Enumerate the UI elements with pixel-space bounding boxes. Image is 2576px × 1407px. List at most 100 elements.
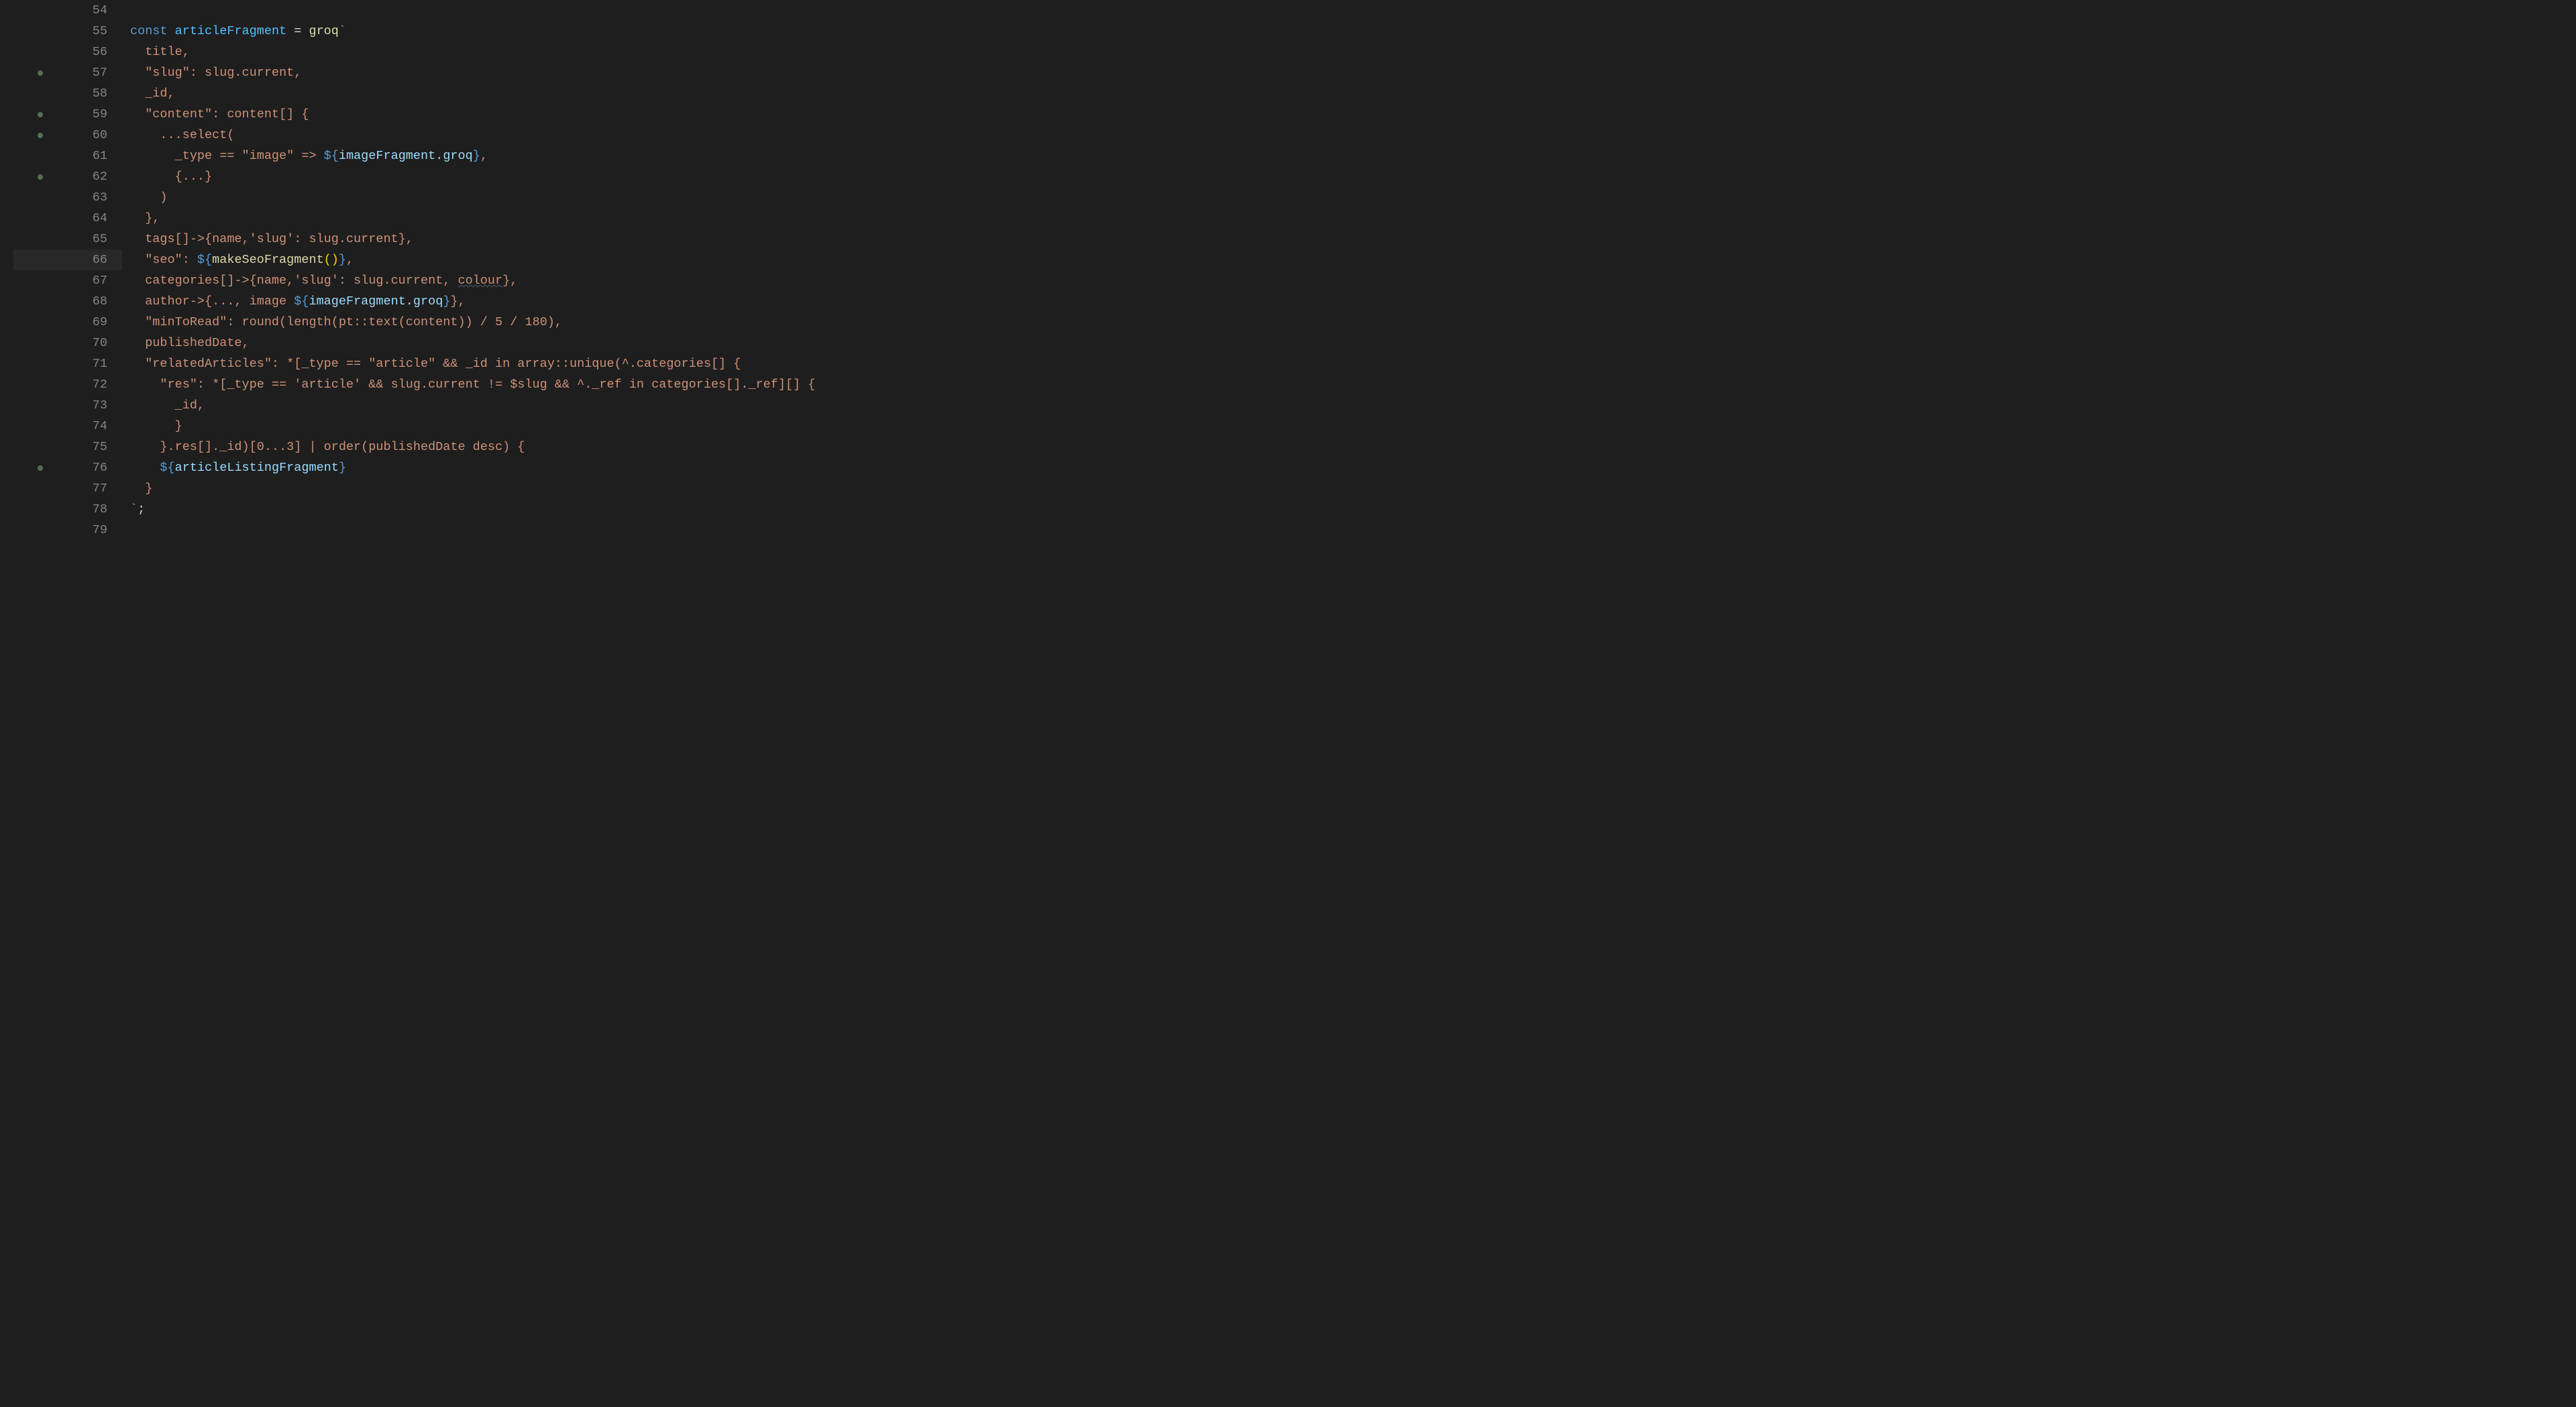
gutter-row-55: [13, 21, 67, 42]
code-line[interactable]: publishedDate,: [130, 333, 2576, 353]
line-number: 76: [67, 457, 122, 478]
gutter-row-57: [13, 62, 67, 83]
template-expr-close: }: [339, 461, 346, 475]
property: groq: [443, 149, 472, 163]
line-number: 68: [67, 291, 122, 312]
gutter-row-74: [13, 416, 67, 437]
gutter-row-66: [13, 249, 67, 270]
gutter-row-69: [13, 312, 67, 333]
paren-close: ): [331, 253, 339, 267]
template-expr-open: ${: [324, 149, 339, 163]
template-string: },: [502, 274, 517, 288]
code-line[interactable]: "res": *[_type == 'article' && slug.curr…: [130, 374, 2576, 395]
gutter-row-62: [13, 166, 67, 187]
template-expr-open: ${: [294, 294, 309, 308]
line-number: 72: [67, 374, 122, 395]
backtick: `: [130, 502, 138, 516]
code-line[interactable]: "seo": ${makeSeoFragment()},: [130, 249, 2576, 270]
line-number: 65: [67, 229, 122, 249]
code-line[interactable]: `;: [130, 499, 2576, 520]
line-number: 67: [67, 270, 122, 291]
code-line[interactable]: _id,: [130, 83, 2576, 104]
gutter-row-79: [13, 520, 67, 541]
code-line[interactable]: _type == "image" => ${imageFragment.groq…: [130, 146, 2576, 166]
template-string: },: [450, 294, 465, 308]
line-number: 69: [67, 312, 122, 333]
line-number: 59: [67, 104, 122, 125]
modified-dot-icon: [38, 112, 43, 117]
gutter-row-60: [13, 125, 67, 146]
line-number: 63: [67, 187, 122, 208]
gutter-row-70: [13, 333, 67, 353]
code-line[interactable]: tags[]->{name,'slug': slug.current},: [130, 229, 2576, 249]
gutter-row-78: [13, 499, 67, 520]
line-number: 70: [67, 333, 122, 353]
identifier: imageFragment: [309, 294, 405, 308]
gutter-row-56: [13, 42, 67, 62]
line-number: 61: [67, 146, 122, 166]
code-line[interactable]: }.res[]._id)[0...3] | order(publishedDat…: [130, 437, 2576, 457]
modified-dot-icon: [38, 465, 43, 471]
line-number: 60: [67, 125, 122, 146]
gutter-row-77: [13, 478, 67, 499]
code-line[interactable]: "slug": slug.current,: [130, 62, 2576, 83]
line-number: 54: [67, 0, 122, 21]
spellcheck-underline: colour: [458, 274, 502, 288]
line-number-column: 54 55 56 57 58 59 60 61 62 63 64 65 66 6…: [67, 0, 122, 1407]
gutter-row-76: [13, 457, 67, 478]
code-editor[interactable]: 54 55 56 57 58 59 60 61 62 63 64 65 66 6…: [0, 0, 2576, 1407]
modified-dot-icon: [38, 70, 43, 76]
modified-dot-icon: [38, 174, 43, 180]
code-line[interactable]: ${articleListingFragment}: [130, 457, 2576, 478]
line-number: 55: [67, 21, 122, 42]
code-line[interactable]: "content": content[] {: [130, 104, 2576, 125]
code-line[interactable]: [130, 520, 2576, 541]
template-expr-open: ${: [160, 461, 174, 475]
template-string: _type == "image" =>: [130, 149, 324, 163]
template-expr-close: }: [339, 253, 346, 267]
code-line[interactable]: const articleFragment = groq`: [130, 21, 2576, 42]
comma: ,: [480, 149, 488, 163]
code-line[interactable]: [130, 0, 2576, 21]
gutter-row-75: [13, 437, 67, 457]
property: groq: [413, 294, 443, 308]
gutter: 54 55 56 57 58 59 60 61 62 63 64 65 66 6…: [13, 0, 122, 1407]
identifier: imageFragment: [339, 149, 435, 163]
code-line[interactable]: "relatedArticles": *[_type == "article" …: [130, 353, 2576, 374]
dot: .: [435, 149, 443, 163]
line-number: 66: [67, 249, 122, 270]
gutter-row-68: [13, 291, 67, 312]
function-call: makeSeoFragment: [212, 253, 324, 267]
code-line[interactable]: author->{..., image ${imageFragment.groq…: [130, 291, 2576, 312]
line-number: 75: [67, 437, 122, 457]
gutter-row-67: [13, 270, 67, 291]
gutter-row-54: [13, 0, 67, 21]
code-line[interactable]: {...}: [130, 166, 2576, 187]
template-string: author->{..., image: [130, 294, 294, 308]
code-content[interactable]: const articleFragment = groq` title, "sl…: [122, 0, 2576, 1407]
backtick: `: [339, 24, 346, 38]
template-string: [130, 461, 160, 475]
code-line[interactable]: categories[]->{name,'slug': slug.current…: [130, 270, 2576, 291]
code-line[interactable]: ...select(: [130, 125, 2576, 146]
code-line[interactable]: }: [130, 478, 2576, 499]
code-line[interactable]: },: [130, 208, 2576, 229]
line-number: 62: [67, 166, 122, 187]
line-number: 78: [67, 499, 122, 520]
glyph-margin: [0, 0, 13, 1407]
keyword-const: const: [130, 24, 168, 38]
code-line[interactable]: }: [130, 416, 2576, 437]
line-number: 73: [67, 395, 122, 416]
code-line[interactable]: title,: [130, 42, 2576, 62]
template-tag: groq: [309, 24, 338, 38]
gutter-row-73: [13, 395, 67, 416]
code-line[interactable]: _id,: [130, 395, 2576, 416]
paren-open: (: [324, 253, 331, 267]
gutter-row-61: [13, 146, 67, 166]
line-number: 79: [67, 520, 122, 541]
code-line[interactable]: ): [130, 187, 2576, 208]
gutter-row-65: [13, 229, 67, 249]
gutter-row-64: [13, 208, 67, 229]
code-line[interactable]: "minToRead": round(length(pt::text(conte…: [130, 312, 2576, 333]
modified-dot-icon: [38, 133, 43, 138]
